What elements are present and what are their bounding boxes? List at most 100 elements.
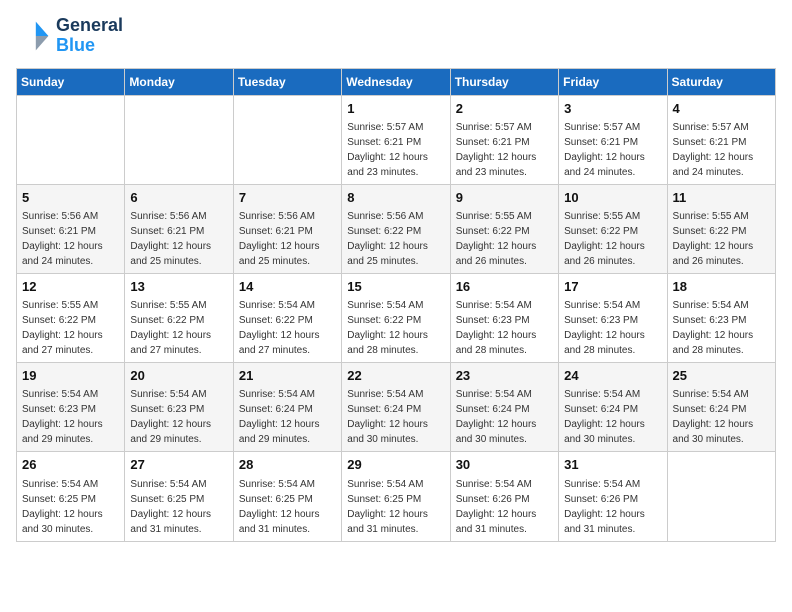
calendar-cell: 23 Sunrise: 5:54 AMSunset: 6:24 PMDaylig… (450, 363, 558, 452)
day-number: 26 (22, 456, 119, 474)
day-info: Sunrise: 5:54 AMSunset: 6:24 PMDaylight:… (456, 389, 537, 445)
day-header-wednesday: Wednesday (342, 68, 450, 95)
calendar-cell: 18 Sunrise: 5:54 AMSunset: 6:23 PMDaylig… (667, 273, 775, 362)
logo: General Blue (16, 16, 123, 56)
day-number: 10 (564, 189, 661, 207)
day-info: Sunrise: 5:54 AMSunset: 6:22 PMDaylight:… (347, 300, 428, 356)
day-number: 24 (564, 367, 661, 385)
day-number: 14 (239, 278, 336, 296)
calendar-cell (667, 452, 775, 541)
day-number: 7 (239, 189, 336, 207)
day-info: Sunrise: 5:56 AMSunset: 6:22 PMDaylight:… (347, 211, 428, 267)
day-info: Sunrise: 5:54 AMSunset: 6:24 PMDaylight:… (673, 389, 754, 445)
calendar-cell: 19 Sunrise: 5:54 AMSunset: 6:23 PMDaylig… (17, 363, 125, 452)
calendar-cell: 20 Sunrise: 5:54 AMSunset: 6:23 PMDaylig… (125, 363, 233, 452)
day-info: Sunrise: 5:55 AMSunset: 6:22 PMDaylight:… (130, 300, 211, 356)
day-number: 22 (347, 367, 444, 385)
day-number: 11 (673, 189, 770, 207)
day-number: 12 (22, 278, 119, 296)
day-header-monday: Monday (125, 68, 233, 95)
calendar-cell: 31 Sunrise: 5:54 AMSunset: 6:26 PMDaylig… (559, 452, 667, 541)
day-info: Sunrise: 5:54 AMSunset: 6:25 PMDaylight:… (130, 479, 211, 535)
day-number: 4 (673, 100, 770, 118)
day-info: Sunrise: 5:54 AMSunset: 6:25 PMDaylight:… (239, 479, 320, 535)
logo-text: General Blue (56, 16, 123, 56)
calendar-cell: 2 Sunrise: 5:57 AMSunset: 6:21 PMDayligh… (450, 95, 558, 184)
day-number: 20 (130, 367, 227, 385)
day-info: Sunrise: 5:54 AMSunset: 6:22 PMDaylight:… (239, 300, 320, 356)
day-info: Sunrise: 5:54 AMSunset: 6:25 PMDaylight:… (22, 479, 103, 535)
page-header: General Blue (16, 16, 776, 56)
day-number: 19 (22, 367, 119, 385)
calendar-cell: 27 Sunrise: 5:54 AMSunset: 6:25 PMDaylig… (125, 452, 233, 541)
day-number: 30 (456, 456, 553, 474)
day-info: Sunrise: 5:54 AMSunset: 6:23 PMDaylight:… (130, 389, 211, 445)
calendar-table: SundayMondayTuesdayWednesdayThursdayFrid… (16, 68, 776, 542)
day-info: Sunrise: 5:55 AMSunset: 6:22 PMDaylight:… (456, 211, 537, 267)
day-number: 1 (347, 100, 444, 118)
day-info: Sunrise: 5:54 AMSunset: 6:23 PMDaylight:… (564, 300, 645, 356)
calendar-cell: 13 Sunrise: 5:55 AMSunset: 6:22 PMDaylig… (125, 273, 233, 362)
day-header-friday: Friday (559, 68, 667, 95)
day-header-saturday: Saturday (667, 68, 775, 95)
calendar-cell: 5 Sunrise: 5:56 AMSunset: 6:21 PMDayligh… (17, 184, 125, 273)
day-info: Sunrise: 5:55 AMSunset: 6:22 PMDaylight:… (673, 211, 754, 267)
logo-icon (16, 18, 52, 54)
calendar-cell: 24 Sunrise: 5:54 AMSunset: 6:24 PMDaylig… (559, 363, 667, 452)
calendar-cell: 25 Sunrise: 5:54 AMSunset: 6:24 PMDaylig… (667, 363, 775, 452)
day-info: Sunrise: 5:56 AMSunset: 6:21 PMDaylight:… (239, 211, 320, 267)
day-info: Sunrise: 5:56 AMSunset: 6:21 PMDaylight:… (130, 211, 211, 267)
calendar-cell: 6 Sunrise: 5:56 AMSunset: 6:21 PMDayligh… (125, 184, 233, 273)
day-number: 13 (130, 278, 227, 296)
day-number: 2 (456, 100, 553, 118)
day-number: 21 (239, 367, 336, 385)
day-number: 29 (347, 456, 444, 474)
day-info: Sunrise: 5:54 AMSunset: 6:26 PMDaylight:… (564, 479, 645, 535)
day-header-sunday: Sunday (17, 68, 125, 95)
day-number: 18 (673, 278, 770, 296)
day-info: Sunrise: 5:54 AMSunset: 6:24 PMDaylight:… (239, 389, 320, 445)
day-info: Sunrise: 5:54 AMSunset: 6:23 PMDaylight:… (22, 389, 103, 445)
day-info: Sunrise: 5:57 AMSunset: 6:21 PMDaylight:… (456, 122, 537, 178)
day-number: 31 (564, 456, 661, 474)
day-number: 6 (130, 189, 227, 207)
day-info: Sunrise: 5:54 AMSunset: 6:23 PMDaylight:… (673, 300, 754, 356)
calendar-cell: 14 Sunrise: 5:54 AMSunset: 6:22 PMDaylig… (233, 273, 341, 362)
day-info: Sunrise: 5:54 AMSunset: 6:24 PMDaylight:… (564, 389, 645, 445)
day-number: 8 (347, 189, 444, 207)
day-header-thursday: Thursday (450, 68, 558, 95)
day-number: 27 (130, 456, 227, 474)
calendar-cell: 15 Sunrise: 5:54 AMSunset: 6:22 PMDaylig… (342, 273, 450, 362)
calendar-cell: 26 Sunrise: 5:54 AMSunset: 6:25 PMDaylig… (17, 452, 125, 541)
day-info: Sunrise: 5:54 AMSunset: 6:23 PMDaylight:… (456, 300, 537, 356)
calendar-cell: 30 Sunrise: 5:54 AMSunset: 6:26 PMDaylig… (450, 452, 558, 541)
calendar-cell (125, 95, 233, 184)
calendar-cell: 22 Sunrise: 5:54 AMSunset: 6:24 PMDaylig… (342, 363, 450, 452)
calendar-cell: 28 Sunrise: 5:54 AMSunset: 6:25 PMDaylig… (233, 452, 341, 541)
day-number: 16 (456, 278, 553, 296)
day-info: Sunrise: 5:54 AMSunset: 6:25 PMDaylight:… (347, 479, 428, 535)
day-info: Sunrise: 5:55 AMSunset: 6:22 PMDaylight:… (22, 300, 103, 356)
calendar-cell: 9 Sunrise: 5:55 AMSunset: 6:22 PMDayligh… (450, 184, 558, 273)
calendar-cell: 11 Sunrise: 5:55 AMSunset: 6:22 PMDaylig… (667, 184, 775, 273)
calendar-cell: 10 Sunrise: 5:55 AMSunset: 6:22 PMDaylig… (559, 184, 667, 273)
day-info: Sunrise: 5:56 AMSunset: 6:21 PMDaylight:… (22, 211, 103, 267)
calendar-cell: 12 Sunrise: 5:55 AMSunset: 6:22 PMDaylig… (17, 273, 125, 362)
calendar-cell: 29 Sunrise: 5:54 AMSunset: 6:25 PMDaylig… (342, 452, 450, 541)
day-number: 17 (564, 278, 661, 296)
calendar-cell: 4 Sunrise: 5:57 AMSunset: 6:21 PMDayligh… (667, 95, 775, 184)
calendar-cell: 21 Sunrise: 5:54 AMSunset: 6:24 PMDaylig… (233, 363, 341, 452)
calendar-cell: 8 Sunrise: 5:56 AMSunset: 6:22 PMDayligh… (342, 184, 450, 273)
calendar-cell: 16 Sunrise: 5:54 AMSunset: 6:23 PMDaylig… (450, 273, 558, 362)
day-number: 5 (22, 189, 119, 207)
calendar-cell: 7 Sunrise: 5:56 AMSunset: 6:21 PMDayligh… (233, 184, 341, 273)
day-number: 23 (456, 367, 553, 385)
day-header-tuesday: Tuesday (233, 68, 341, 95)
day-info: Sunrise: 5:55 AMSunset: 6:22 PMDaylight:… (564, 211, 645, 267)
calendar-cell: 17 Sunrise: 5:54 AMSunset: 6:23 PMDaylig… (559, 273, 667, 362)
calendar-cell (233, 95, 341, 184)
day-info: Sunrise: 5:54 AMSunset: 6:24 PMDaylight:… (347, 389, 428, 445)
day-number: 3 (564, 100, 661, 118)
day-info: Sunrise: 5:57 AMSunset: 6:21 PMDaylight:… (347, 122, 428, 178)
day-number: 25 (673, 367, 770, 385)
